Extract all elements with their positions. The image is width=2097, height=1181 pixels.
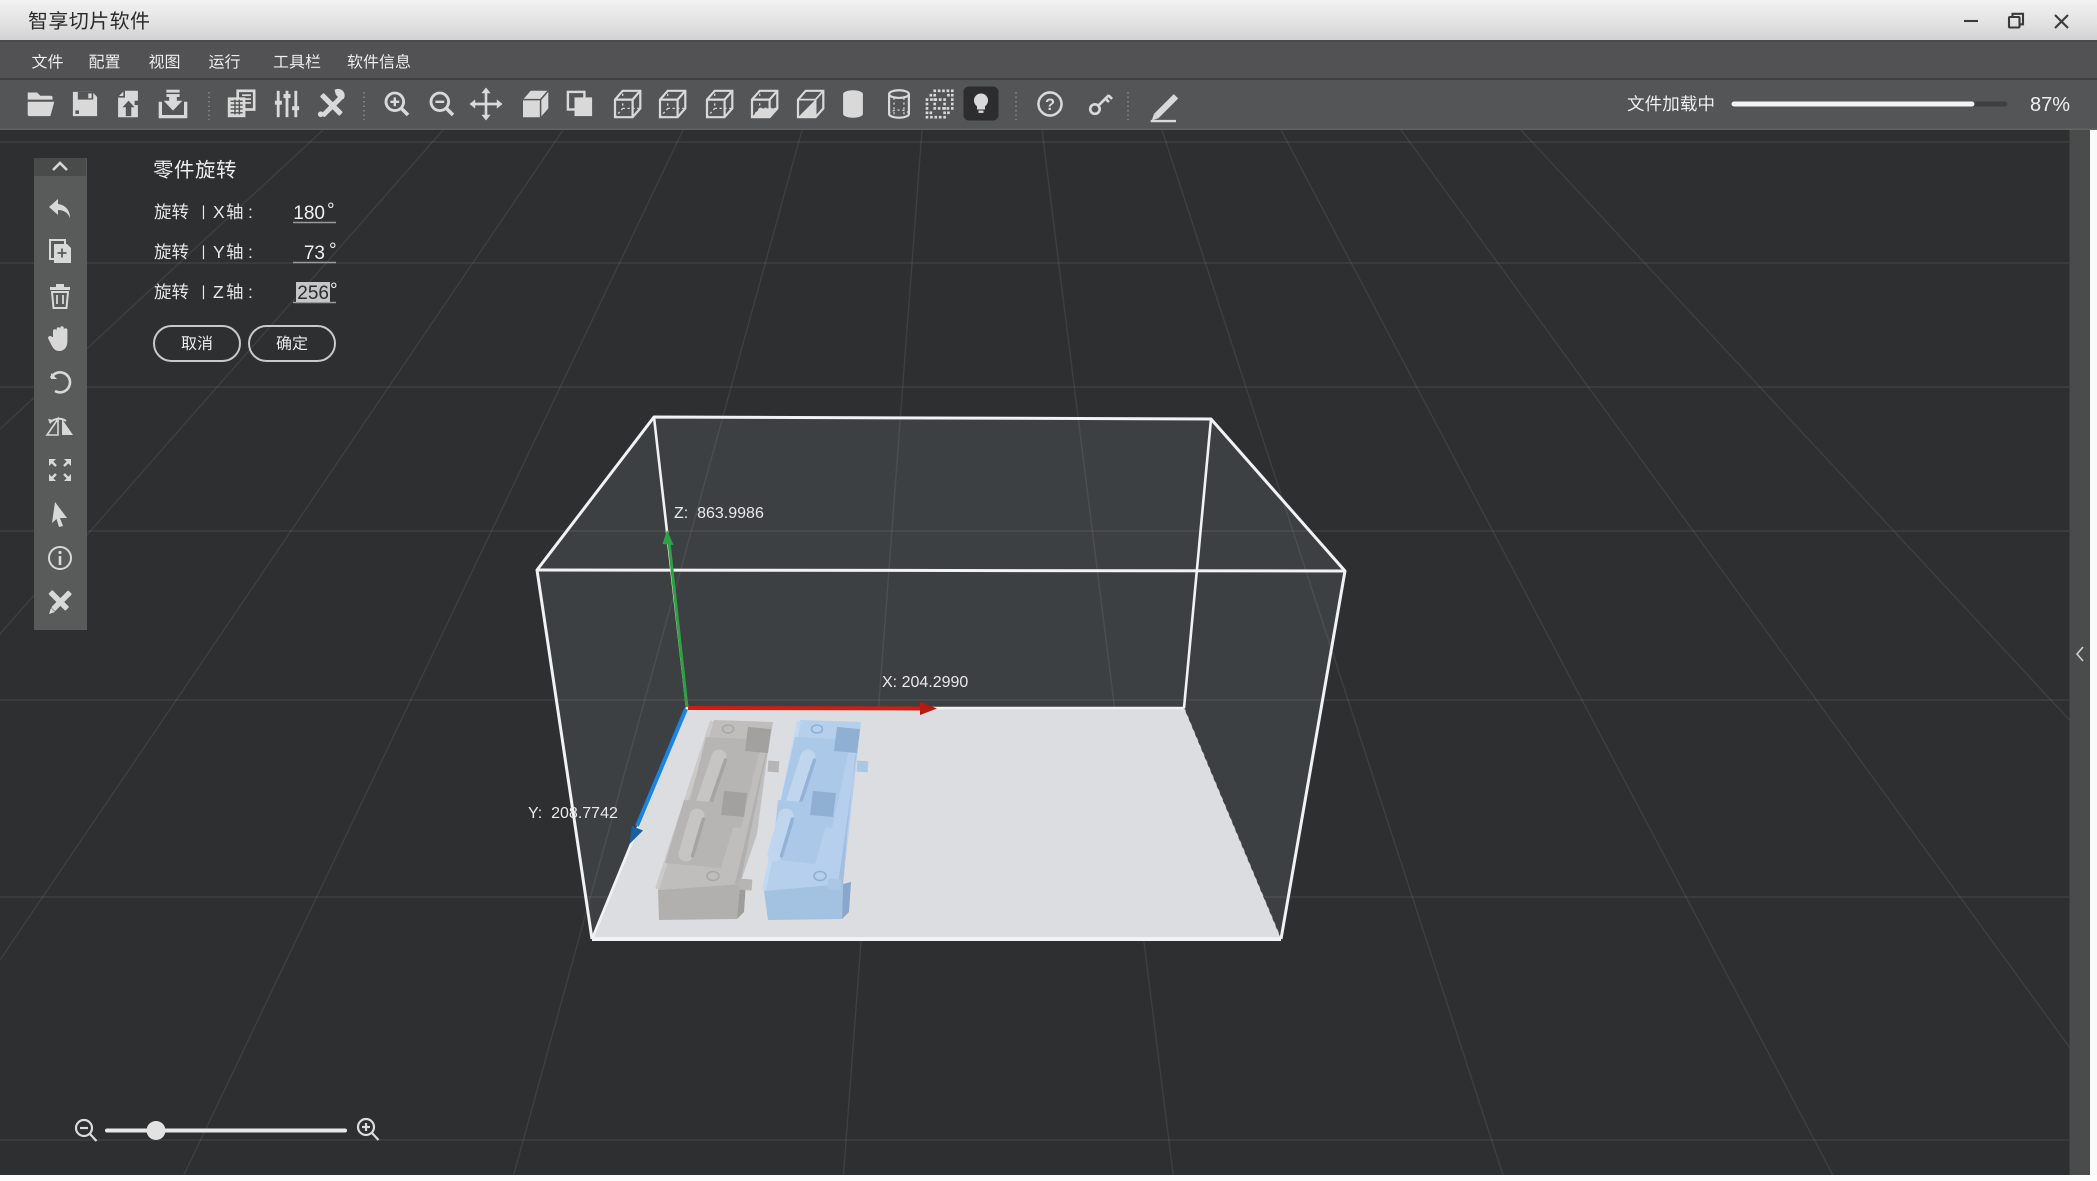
svg-text::: : [248, 282, 253, 302]
svg-text:°: ° [330, 280, 338, 301]
svg-text::: : [248, 202, 253, 222]
svg-text:73: 73 [304, 243, 325, 264]
svg-text:X: 204.2990: X: 204.2990 [882, 674, 968, 691]
svg-text:180: 180 [293, 203, 325, 224]
svg-text:?: ? [1045, 96, 1055, 114]
svg-text:Y: 208.7742: Y: 208.7742 [528, 805, 618, 822]
svg-text:°: ° [329, 240, 337, 261]
svg-text:256: 256 [297, 283, 329, 304]
svg-text:Y: Y [213, 242, 225, 262]
svg-text:Z: 863.9986: Z: 863.9986 [674, 505, 764, 522]
svg-text::: : [248, 242, 253, 262]
svg-text:87%: 87% [2030, 94, 2070, 116]
svg-text:Z: Z [213, 282, 224, 302]
svg-text:°: ° [327, 200, 335, 221]
svg-text:X: X [213, 202, 225, 222]
